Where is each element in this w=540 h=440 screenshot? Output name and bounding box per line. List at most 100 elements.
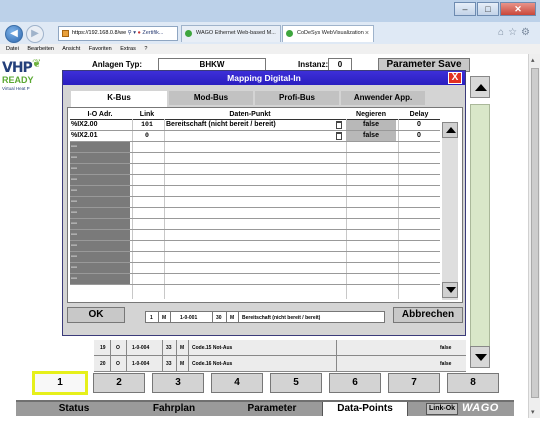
search-icon[interactable]: ⚲ ▾ bbox=[128, 30, 138, 36]
favorites-star-icon[interactable]: ☆ bbox=[508, 27, 521, 38]
toolbar-icons: ⌂☆⚙ bbox=[498, 27, 534, 38]
empty-row[interactable]: --- bbox=[70, 197, 440, 208]
logo-vhp-text: VHP bbox=[2, 60, 33, 76]
row-num: 33 bbox=[166, 345, 172, 351]
dialog-close-button[interactable]: X bbox=[448, 72, 462, 84]
table-row[interactable]: 19 O 1-0-004 33 M Code.15 Not-Aus false bbox=[94, 340, 466, 356]
background-table: 19 O 1-0-004 33 M Code.15 Not-Aus false … bbox=[94, 340, 466, 372]
number-button-1[interactable]: 1 bbox=[32, 371, 88, 395]
trash-icon[interactable] bbox=[336, 121, 342, 129]
maximize-button[interactable]: □ bbox=[477, 2, 499, 16]
tab-data-points[interactable]: Data-Points bbox=[322, 402, 408, 416]
negieren-cell[interactable]: false bbox=[346, 120, 396, 130]
row-m: M bbox=[180, 345, 185, 351]
empty-row[interactable]: --- bbox=[70, 153, 440, 164]
number-button-7[interactable]: 7 bbox=[388, 373, 440, 393]
datenpunkt-cell[interactable]: Bereitschaft (nicht bereit / bereit) bbox=[164, 120, 336, 130]
datenpunkt-cell[interactable] bbox=[164, 131, 336, 141]
menu-help[interactable]: ? bbox=[144, 46, 147, 52]
tab-parameter[interactable]: Parameter bbox=[222, 402, 322, 416]
io-address-cell: --- bbox=[70, 219, 130, 229]
abbrechen-button[interactable]: Abbrechen bbox=[393, 307, 463, 323]
close-window-button[interactable]: ✕ bbox=[500, 2, 536, 16]
grid-scroll-up-button[interactable] bbox=[442, 122, 458, 138]
tab-k-bus[interactable]: K-Bus bbox=[71, 91, 167, 107]
arrow-down-icon bbox=[475, 354, 487, 361]
ok-button[interactable]: OK bbox=[67, 307, 125, 323]
empty-row[interactable]: --- bbox=[70, 208, 440, 219]
selected-datapoint-info: 1 M 1-0-001 30 M Bereitschaft (nicht ber… bbox=[145, 311, 385, 323]
tab-wago-web[interactable]: WAGO Ethernet Web-based M... bbox=[181, 25, 281, 42]
forward-button[interactable]: ▶ bbox=[26, 25, 44, 43]
number-button-3[interactable]: 3 bbox=[152, 373, 204, 393]
empty-row[interactable]: --- bbox=[70, 175, 440, 186]
delay-cell[interactable]: 0 bbox=[398, 131, 440, 141]
tab-codesys-webvis[interactable]: CoDeSys WebVisualization × bbox=[282, 25, 374, 42]
io-address-cell: --- bbox=[70, 241, 130, 251]
bg-scroll-up-button[interactable] bbox=[470, 76, 490, 98]
empty-row[interactable]: --- bbox=[70, 230, 440, 241]
anlagen-typ-label: Anlagen Typ: bbox=[92, 60, 143, 69]
table-row[interactable]: 20 O 1-0-004 33 M Code.16 Not-Aus false bbox=[94, 356, 466, 372]
menu-bearbeiten[interactable]: Bearbeiten bbox=[27, 46, 54, 52]
info-c5: M bbox=[230, 315, 235, 321]
empty-row[interactable]: --- bbox=[70, 241, 440, 252]
link-cell[interactable]: 101 bbox=[132, 120, 162, 130]
certificate-icon[interactable]: ● bbox=[138, 30, 141, 36]
address-bar[interactable]: https://192.168.0.8/we ⚲ ▾ ● Zertifik... bbox=[58, 26, 178, 41]
menubar: Datei Bearbeiten Ansicht Favoriten Extra… bbox=[0, 44, 540, 54]
table-row[interactable]: %IX2.00 101 Bereitschaft (nicht bereit /… bbox=[70, 120, 440, 131]
io-address-cell: --- bbox=[70, 153, 130, 163]
grid-scroll-down-button[interactable] bbox=[442, 282, 458, 298]
dialog-title: Mapping Digital-In bbox=[63, 71, 465, 85]
menu-datei[interactable]: Datei bbox=[6, 46, 19, 52]
number-button-8[interactable]: 8 bbox=[447, 373, 499, 393]
tab-label: WAGO Ethernet Web-based M... bbox=[196, 30, 276, 36]
scroll-down-icon[interactable]: ▾ bbox=[531, 408, 535, 416]
number-button-4[interactable]: 4 bbox=[211, 373, 263, 393]
grid-scrollbar[interactable] bbox=[442, 122, 458, 300]
row-number: 19 bbox=[100, 345, 106, 351]
tab-fahrplan[interactable]: Fahrplan bbox=[126, 402, 222, 416]
number-button-5[interactable]: 5 bbox=[270, 373, 322, 393]
info-c6: Bereitschaft (nicht bereit / bereit) bbox=[242, 315, 321, 321]
bg-scroll-down-button[interactable] bbox=[470, 346, 490, 368]
empty-row[interactable]: --- bbox=[70, 252, 440, 263]
number-button-2[interactable]: 2 bbox=[93, 373, 145, 393]
row-type: O bbox=[116, 345, 120, 351]
browser-navbar: ◀ ▶ https://192.168.0.8/we ⚲ ▾ ● Zertifi… bbox=[0, 22, 540, 44]
scroll-thumb[interactable] bbox=[531, 68, 539, 398]
empty-row[interactable]: --- bbox=[70, 142, 440, 153]
empty-row[interactable]: --- bbox=[70, 274, 440, 285]
tab-anwender-app[interactable]: Anwender App. bbox=[341, 91, 425, 105]
io-address-cell: --- bbox=[70, 263, 130, 273]
table-row[interactable]: %IX2.01 0 false 0 bbox=[70, 131, 440, 142]
number-button-6[interactable]: 6 bbox=[329, 373, 381, 393]
link-cell[interactable]: 0 bbox=[132, 131, 162, 141]
io-address-cell: --- bbox=[70, 164, 130, 174]
empty-row[interactable]: --- bbox=[70, 263, 440, 274]
empty-row[interactable]: --- bbox=[70, 186, 440, 197]
negieren-cell[interactable]: false bbox=[346, 131, 396, 141]
tab-mod-bus[interactable]: Mod-Bus bbox=[169, 91, 253, 105]
address-url: https://192.168.0.8/we bbox=[72, 30, 127, 36]
home-icon[interactable]: ⌂ bbox=[498, 27, 508, 38]
empty-row[interactable]: --- bbox=[70, 219, 440, 230]
delay-cell[interactable]: 0 bbox=[398, 120, 440, 130]
menu-extras[interactable]: Extras bbox=[120, 46, 136, 52]
tab-status[interactable]: Status bbox=[26, 402, 122, 416]
empty-row[interactable]: --- bbox=[70, 164, 440, 175]
page-scrollbar[interactable]: ▴ ▾ bbox=[528, 54, 540, 418]
row-type: O bbox=[116, 361, 120, 367]
minimize-button[interactable]: – bbox=[454, 2, 476, 16]
tab-close-icon[interactable]: × bbox=[365, 26, 369, 41]
back-button[interactable]: ◀ bbox=[5, 25, 23, 43]
scroll-up-icon[interactable]: ▴ bbox=[531, 56, 535, 64]
io-address-cell: --- bbox=[70, 186, 130, 196]
settings-gear-icon[interactable]: ⚙ bbox=[521, 27, 534, 38]
menu-favoriten[interactable]: Favoriten bbox=[89, 46, 112, 52]
info-c4: 30 bbox=[216, 315, 222, 321]
tab-profi-bus[interactable]: Profi-Bus bbox=[255, 91, 339, 105]
menu-ansicht[interactable]: Ansicht bbox=[62, 46, 80, 52]
trash-icon[interactable] bbox=[336, 132, 342, 140]
